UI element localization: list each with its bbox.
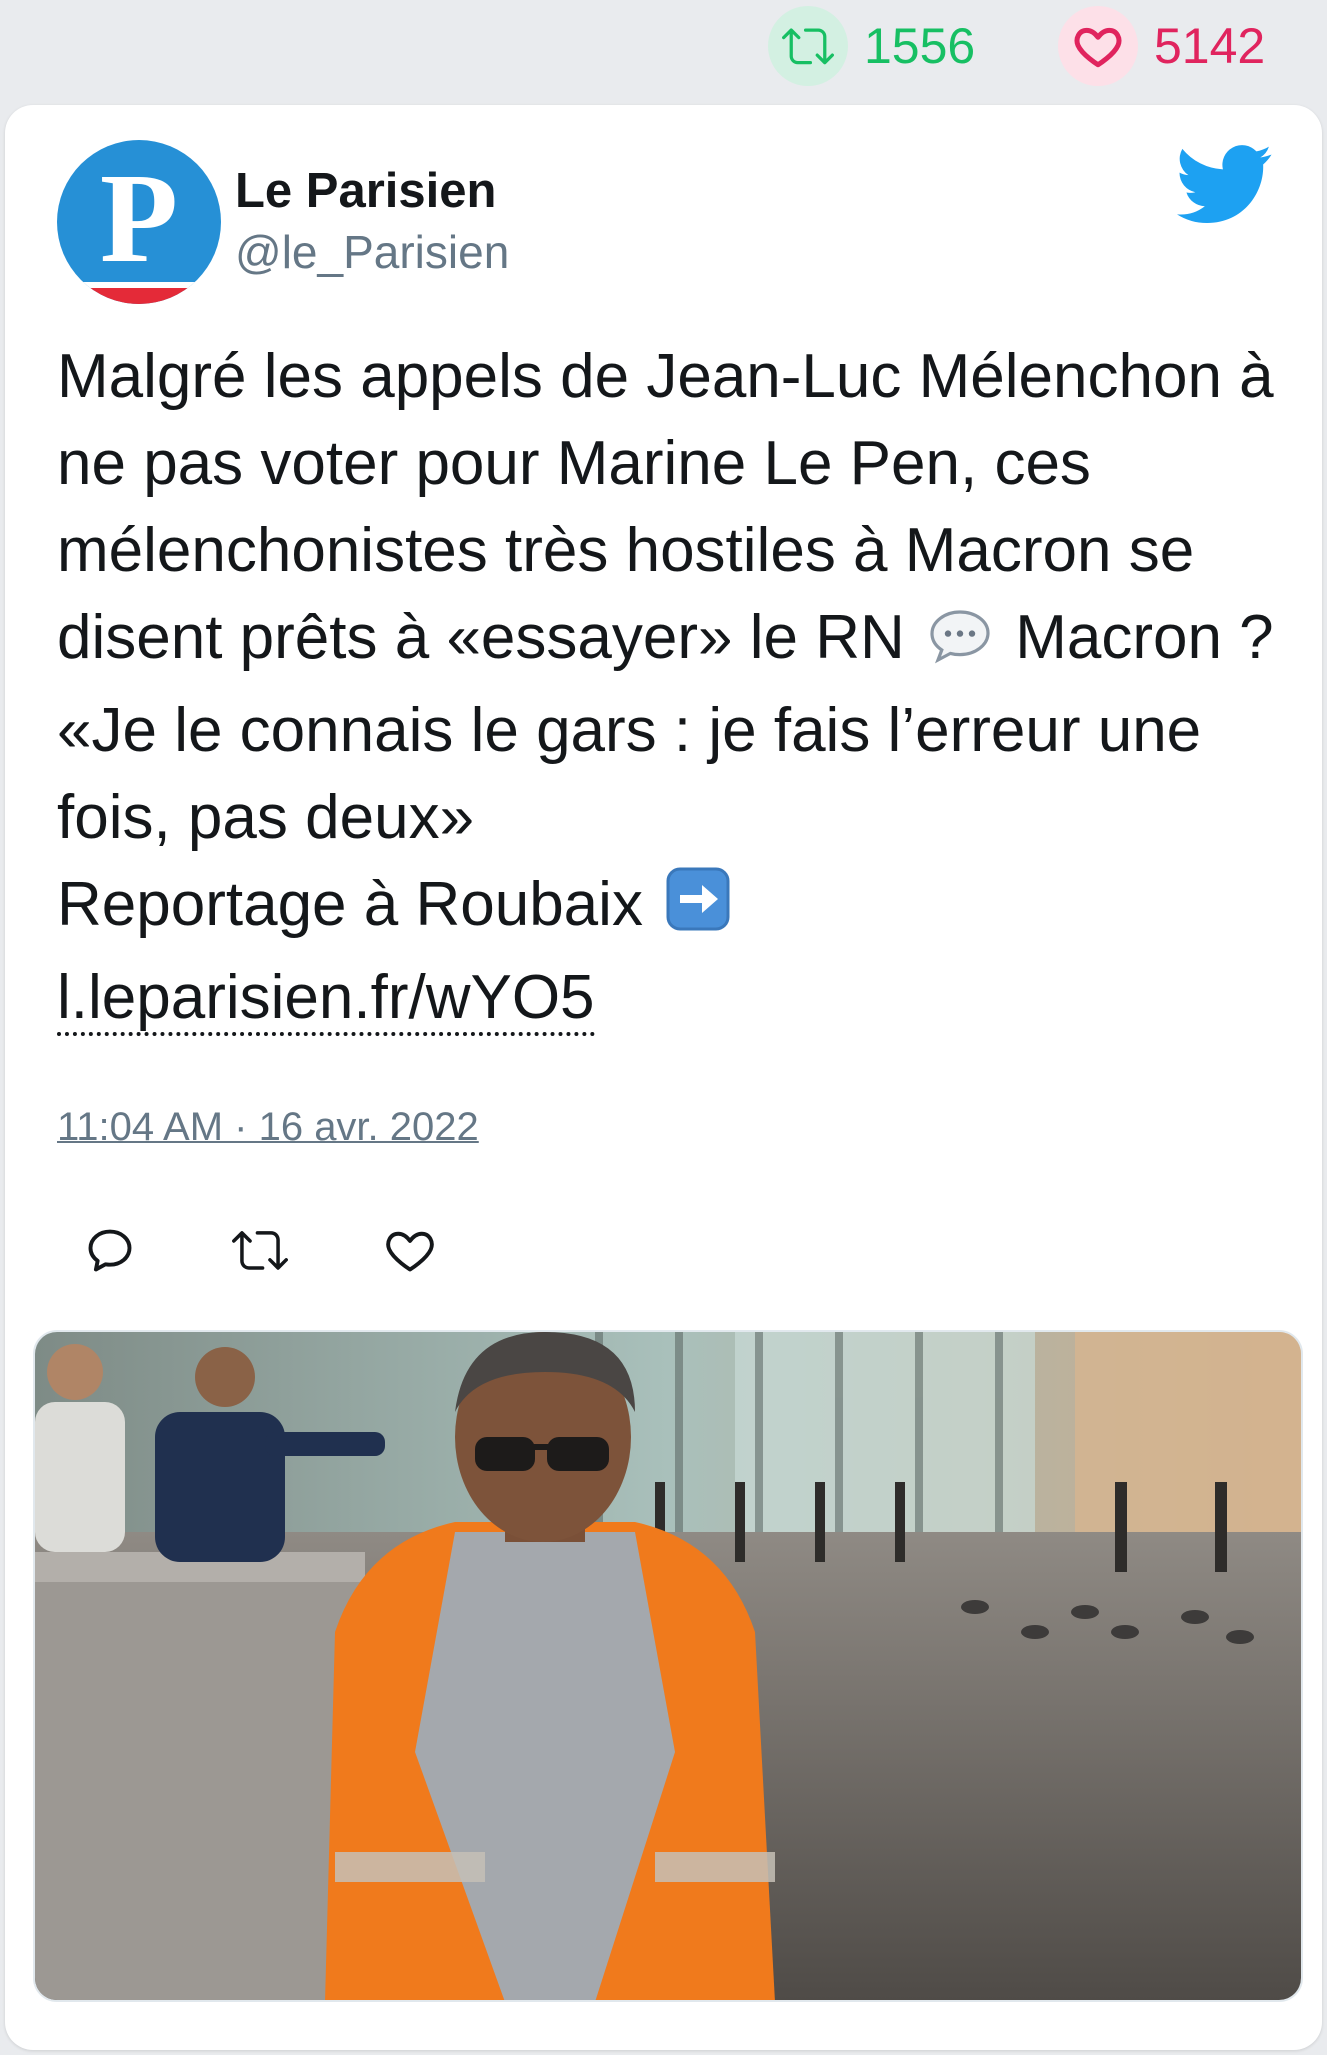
- twitter-bird-icon[interactable]: [1177, 145, 1273, 225]
- avatar-stripe-red: [57, 288, 221, 304]
- heart-action-icon: [386, 1231, 434, 1272]
- speech-balloon-icon: [928, 600, 992, 687]
- retweet-action-icon: [232, 1231, 288, 1270]
- tweet-link[interactable]: l.leparisien.fr/wYO5: [57, 963, 595, 1036]
- tweet-card: P Le Parisien @le_Parisien Malgré les ap…: [5, 105, 1322, 2050]
- reply-button[interactable]: [75, 1215, 145, 1285]
- street-scene-photo: [35, 1332, 1301, 2000]
- retweet-button[interactable]: [225, 1215, 295, 1285]
- retweet-count-stat[interactable]: 1556: [768, 6, 976, 86]
- retweet-count: 1556: [864, 18, 976, 74]
- reply-icon: [88, 1229, 132, 1272]
- tweet-timestamp[interactable]: 11:04 AM · 16 avr. 2022: [57, 1105, 479, 1150]
- author-name[interactable]: Le Parisien: [235, 163, 496, 219]
- like-count-stat[interactable]: 5142: [1058, 6, 1266, 86]
- tweet-media-photo[interactable]: [33, 1330, 1303, 2002]
- avatar-logo-letter: P: [99, 147, 179, 289]
- like-button[interactable]: [375, 1215, 445, 1285]
- right-arrow-icon: [666, 867, 730, 954]
- author-handle[interactable]: @le_Parisien: [235, 225, 509, 279]
- tweet-text: Malgré les appels de Jean-Luc Mélenchon …: [57, 333, 1287, 1041]
- like-count: 5142: [1154, 18, 1266, 74]
- retweet-icon: [768, 6, 848, 86]
- heart-icon: [1058, 6, 1138, 86]
- tweet-text-part3: Reportage à Roubaix: [57, 870, 643, 939]
- avatar[interactable]: P: [57, 140, 221, 304]
